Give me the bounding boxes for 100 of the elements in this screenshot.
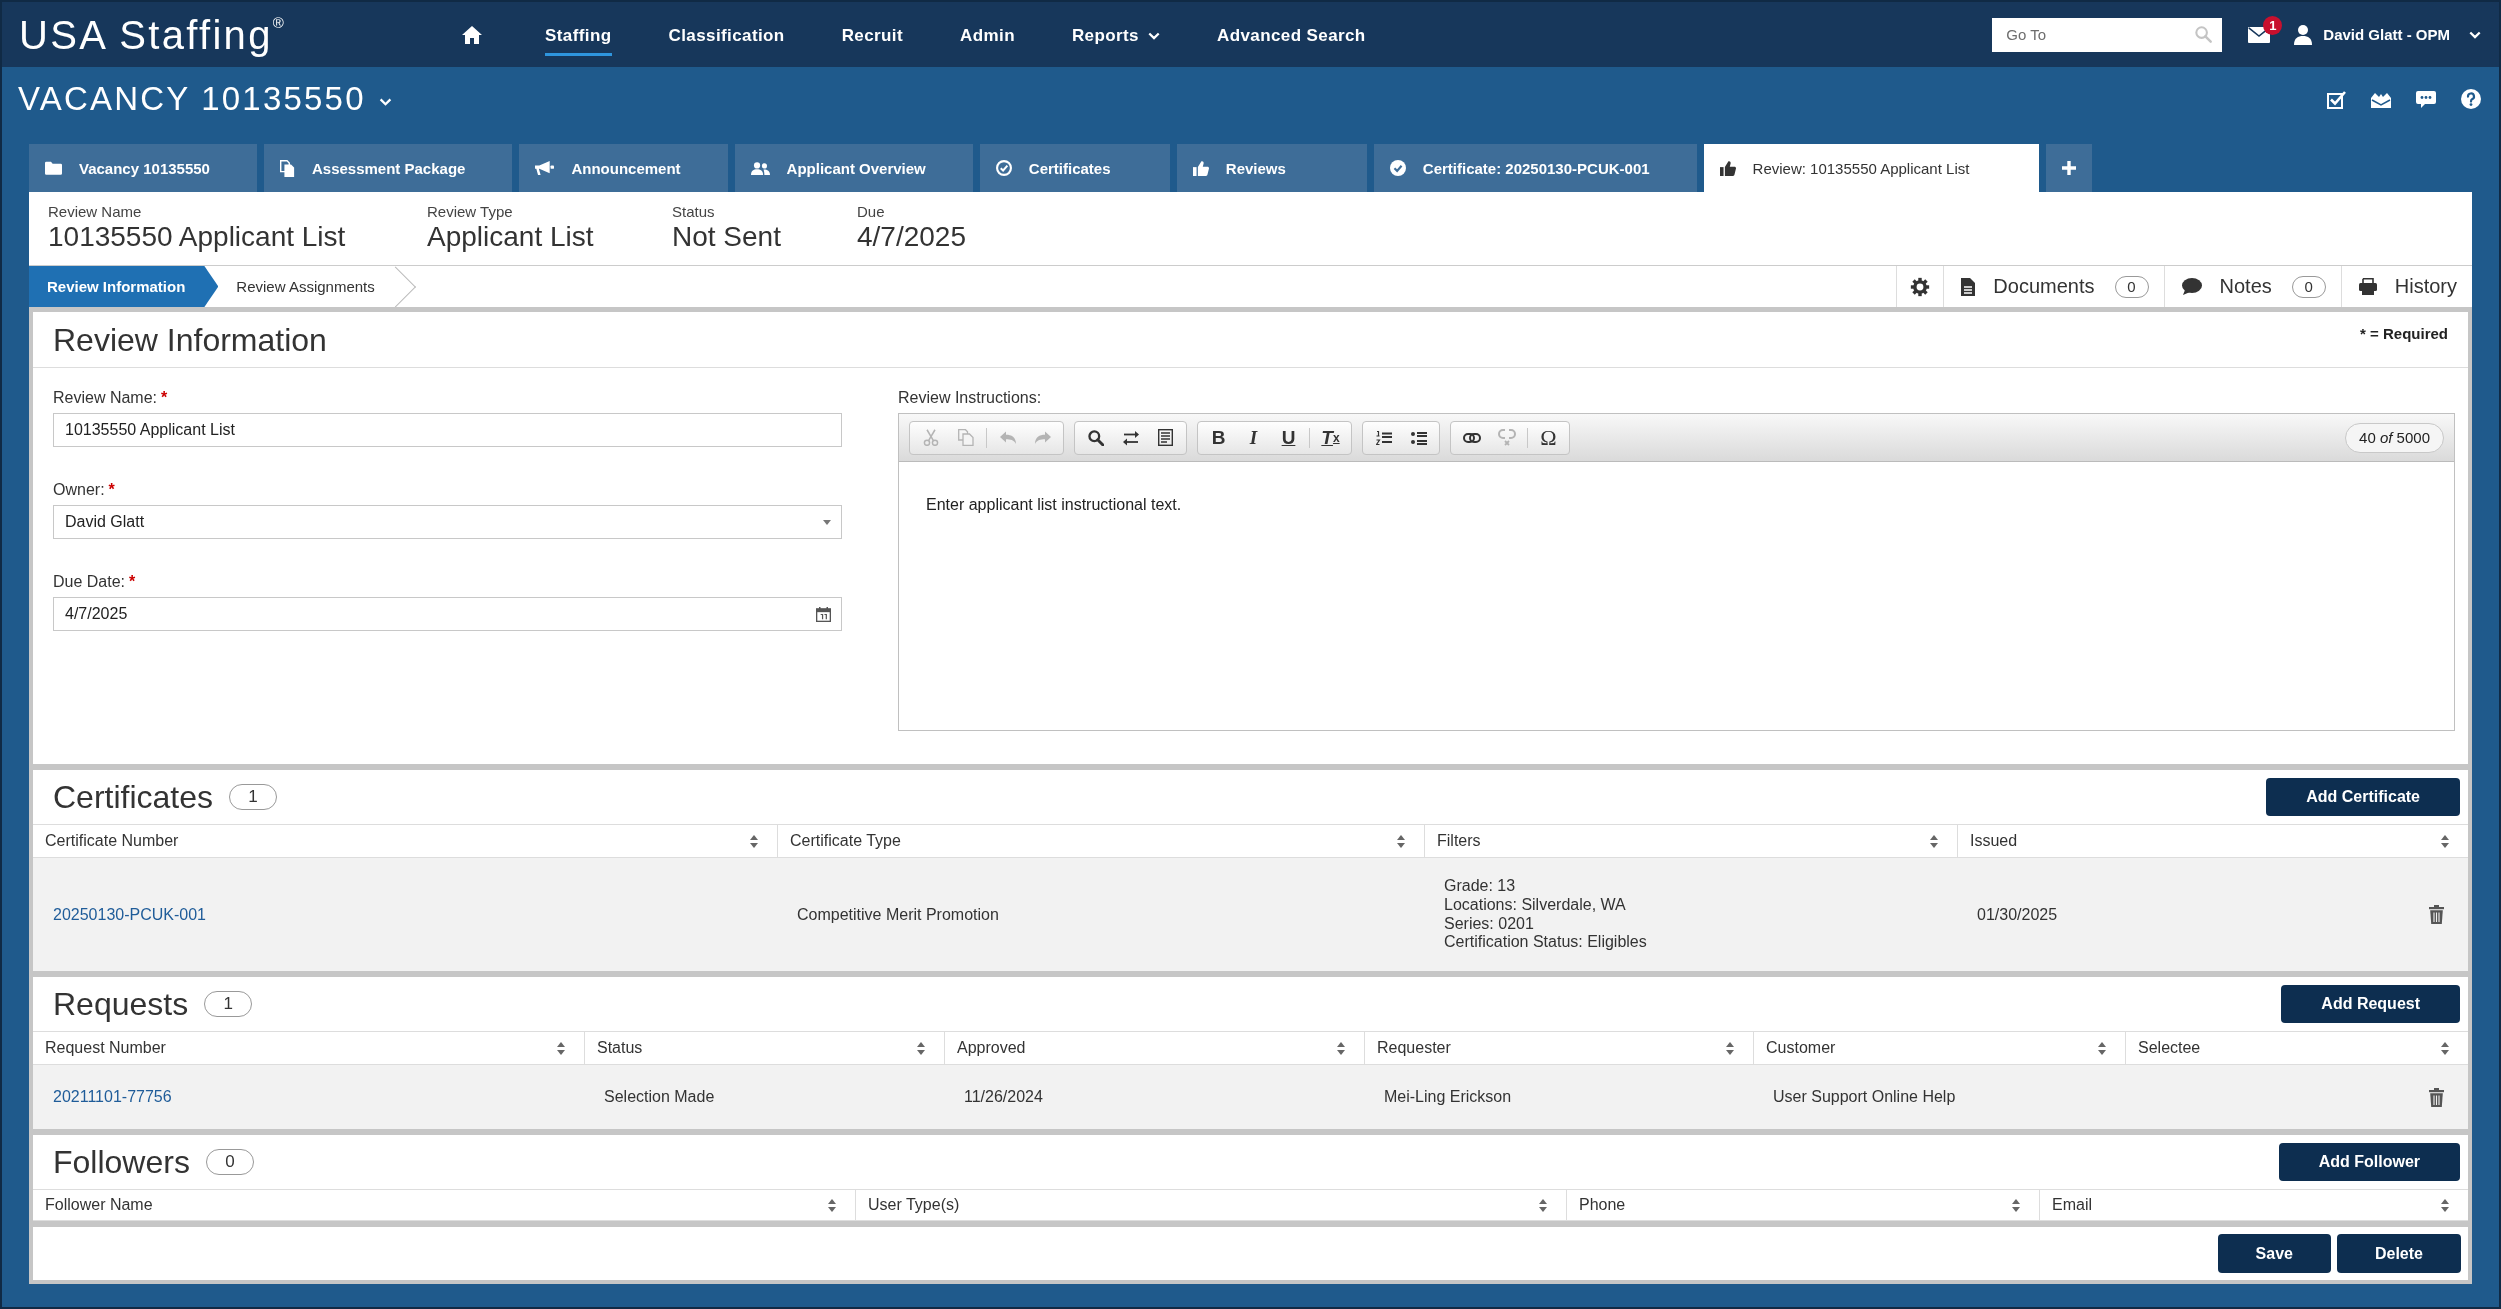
check-badge-icon bbox=[1389, 160, 1406, 176]
sort-icon[interactable] bbox=[917, 1041, 925, 1055]
add-button[interactable]: Add Certificate bbox=[2266, 778, 2460, 816]
sort-icon[interactable] bbox=[1930, 834, 1938, 848]
scissors-icon bbox=[922, 429, 939, 446]
sort-icon[interactable] bbox=[2441, 1041, 2449, 1055]
printer-icon bbox=[2358, 278, 2377, 295]
dropdown-arrow-icon bbox=[823, 519, 831, 525]
tab[interactable]: Vacancy 10135550 bbox=[29, 144, 257, 192]
section-title: Followers bbox=[53, 1146, 190, 1178]
tab[interactable]: Reviews bbox=[1176, 144, 1367, 192]
settings-icon[interactable] bbox=[1910, 276, 1931, 297]
nav-link[interactable]: Classification bbox=[668, 13, 785, 56]
nav-link[interactable]: Advanced Search bbox=[1216, 13, 1366, 56]
record-link[interactable]: 20250130-PCUK-001 bbox=[53, 905, 206, 924]
user-icon bbox=[2294, 24, 2313, 45]
column-header[interactable]: Filters bbox=[1437, 832, 1481, 850]
nav-link[interactable]: Recruit bbox=[841, 13, 904, 56]
nav-link[interactable]: Admin bbox=[960, 13, 1015, 56]
column-header[interactable]: Request Number bbox=[45, 1039, 166, 1057]
column-header[interactable]: Requester bbox=[1377, 1039, 1451, 1057]
footer-button[interactable]: Save bbox=[2217, 1234, 2331, 1273]
sort-icon[interactable] bbox=[1397, 834, 1405, 848]
column-header[interactable]: Certificate Number bbox=[45, 832, 179, 850]
chat-icon[interactable] bbox=[2416, 90, 2436, 108]
tab[interactable]: Certificates bbox=[979, 144, 1170, 192]
date-field[interactable]: 4/7/2025 bbox=[53, 597, 842, 631]
toolbar-button[interactable]: Ω bbox=[1531, 422, 1566, 453]
notification-badge: 1 bbox=[2263, 15, 2283, 35]
table-cell: User Support Online Help bbox=[1773, 1088, 1956, 1106]
search-field[interactable]: Go To bbox=[1992, 17, 2223, 52]
toolbar-button[interactable]: U bbox=[1271, 422, 1306, 453]
logo[interactable]: USA Staffing$^{®}$ bbox=[19, 14, 287, 55]
column-header[interactable]: User Type(s) bbox=[868, 1196, 960, 1214]
panel-tab[interactable]: History bbox=[2340, 266, 2472, 307]
sort-icon[interactable] bbox=[2441, 1198, 2449, 1212]
column-header[interactable]: Follower Name bbox=[45, 1196, 153, 1214]
column-header[interactable]: Issued bbox=[1970, 832, 2018, 850]
count-badge: 1 bbox=[204, 991, 253, 1017]
sort-icon[interactable] bbox=[2012, 1198, 2020, 1212]
section-title: Review Information bbox=[53, 324, 327, 356]
sort-icon[interactable] bbox=[828, 1198, 836, 1212]
dropdown-field[interactable]: David Glatt bbox=[53, 505, 842, 539]
step-tab[interactable]: Review Information bbox=[29, 266, 219, 307]
user-menu[interactable]: David Glatt - OPM bbox=[2294, 24, 2481, 45]
panel-tab[interactable]: Documents 0 bbox=[1943, 266, 2164, 307]
column-header[interactable]: Certificate Type bbox=[790, 832, 901, 850]
search-icon bbox=[1087, 429, 1104, 446]
sort-icon[interactable] bbox=[1539, 1198, 1547, 1212]
column-header[interactable]: Status bbox=[597, 1039, 643, 1057]
panel-tab[interactable]: Notes 0 bbox=[2163, 266, 2341, 307]
column-header[interactable]: Phone bbox=[1579, 1196, 1626, 1214]
column-header[interactable]: Selectee bbox=[2138, 1039, 2201, 1057]
step-tab[interactable]: Review Assignments bbox=[218, 266, 417, 307]
nav-link[interactable]: Reports bbox=[1071, 13, 1160, 56]
tab[interactable]: Review: 10135550 Applicant List bbox=[1703, 144, 2040, 192]
redo-icon bbox=[1034, 431, 1051, 444]
tab[interactable]: Certificate: 20250130-PCUK-001 bbox=[1373, 144, 1697, 192]
column-header[interactable]: Approved bbox=[957, 1039, 1026, 1057]
help-icon[interactable] bbox=[2461, 89, 2481, 109]
tab[interactable]: Assessment Package bbox=[263, 144, 513, 192]
editor-field[interactable]: Enter applicant list instructional text. bbox=[899, 462, 2454, 730]
tab[interactable]: Announcement bbox=[519, 144, 728, 192]
open-envelope-icon[interactable] bbox=[2371, 90, 2391, 108]
sort-icon[interactable] bbox=[557, 1041, 565, 1055]
sort-icon[interactable] bbox=[2441, 834, 2449, 848]
field-label: Status bbox=[672, 204, 716, 221]
caret-icon[interactable] bbox=[378, 98, 392, 106]
footer-button[interactable]: Delete bbox=[2336, 1234, 2461, 1273]
toolbar-button[interactable]: B bbox=[1201, 422, 1236, 453]
megaphone-icon bbox=[535, 161, 555, 175]
field-value: 10135550 Applicant List bbox=[48, 220, 347, 253]
thumbs-up-icon bbox=[1719, 160, 1736, 176]
bulleted-list-icon bbox=[1410, 430, 1427, 445]
trash-icon[interactable] bbox=[2429, 1087, 2444, 1107]
task-checkbox-icon[interactable] bbox=[2327, 89, 2346, 109]
input-field[interactable]: 10135550 Applicant List bbox=[53, 413, 842, 447]
trash-icon[interactable] bbox=[2429, 905, 2444, 924]
documents-icon bbox=[279, 159, 295, 177]
check-circle-icon bbox=[995, 160, 1012, 176]
sort-icon[interactable] bbox=[1337, 1041, 1345, 1055]
home-icon[interactable] bbox=[462, 25, 483, 44]
column-header[interactable]: Email bbox=[2052, 1196, 2092, 1214]
add-button[interactable]: Add Follower bbox=[2278, 1143, 2460, 1181]
section-title: Requests bbox=[53, 988, 189, 1020]
new-tab-button[interactable] bbox=[2046, 144, 2093, 192]
sort-icon[interactable] bbox=[1726, 1041, 1734, 1055]
nav-link[interactable]: Staffing bbox=[545, 13, 612, 56]
undo-icon bbox=[999, 431, 1016, 444]
toolbar-button[interactable]: I bbox=[1236, 422, 1271, 453]
character-counter: 40 of 5000 bbox=[2345, 422, 2444, 453]
tab[interactable]: Applicant Overview bbox=[734, 144, 973, 192]
column-header[interactable]: Customer bbox=[1766, 1039, 1836, 1057]
search-icon bbox=[2195, 25, 2213, 43]
sort-icon[interactable] bbox=[750, 834, 758, 848]
mail-icon[interactable] bbox=[2248, 26, 2271, 43]
sort-icon[interactable] bbox=[2098, 1041, 2106, 1055]
calendar-icon[interactable] bbox=[816, 606, 831, 622]
record-link[interactable]: 20211101-77756 bbox=[53, 1088, 172, 1106]
add-button[interactable]: Add Request bbox=[2281, 985, 2460, 1023]
